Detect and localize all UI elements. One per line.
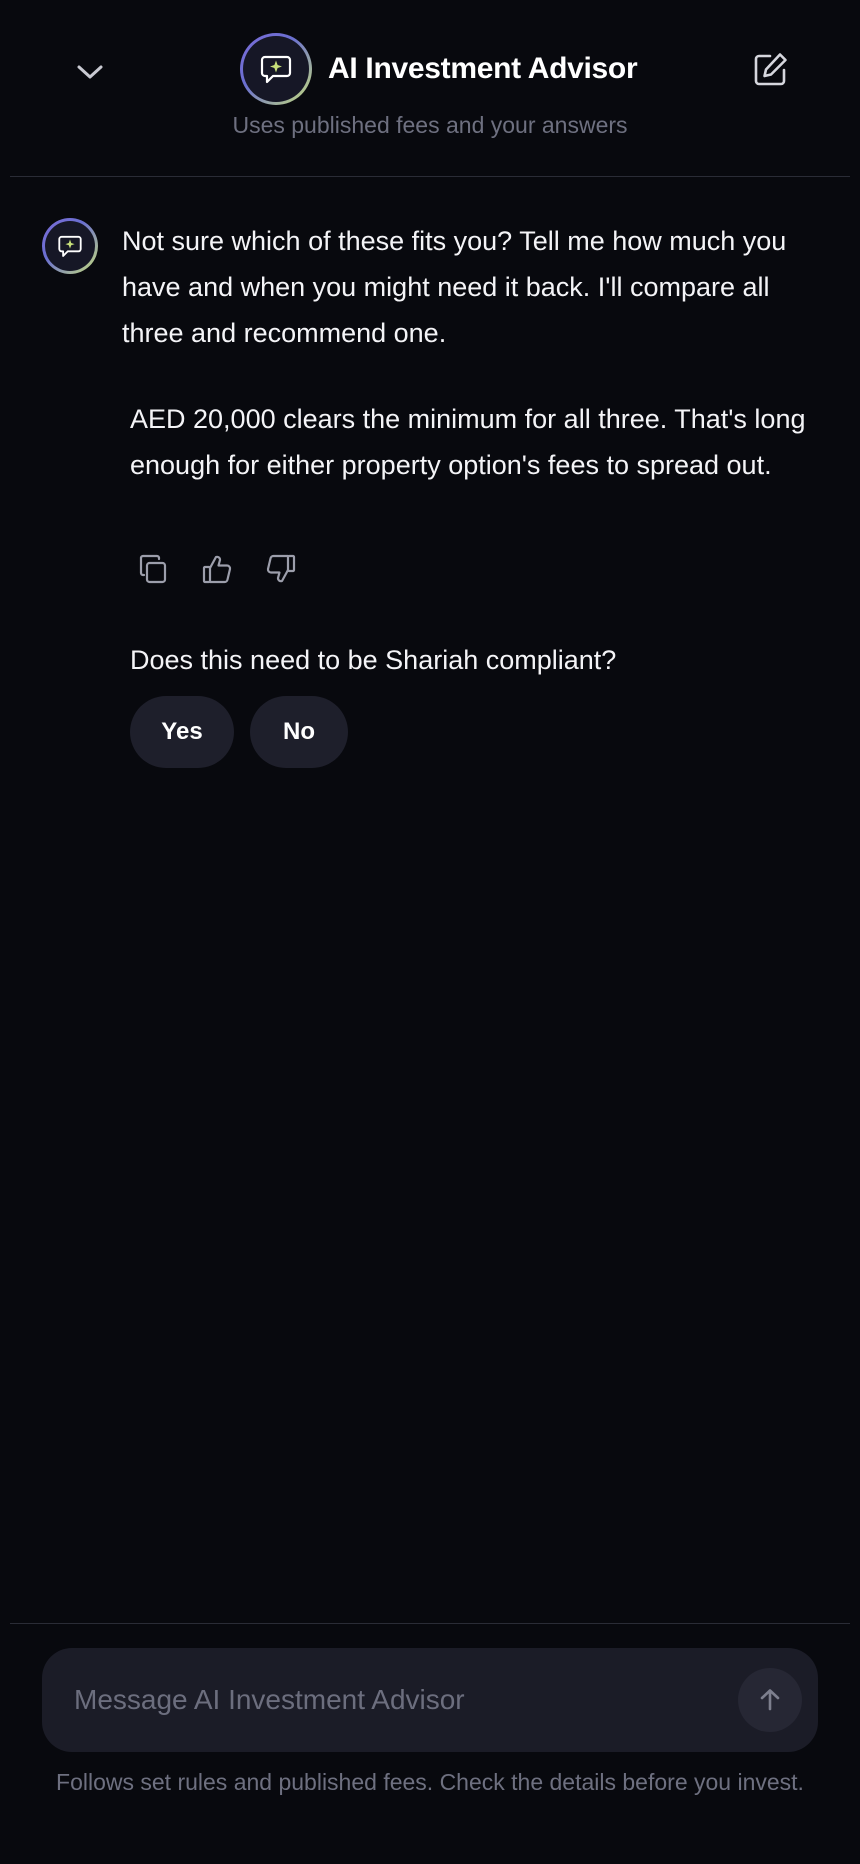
no-button[interactable]: No — [250, 696, 348, 768]
advisor-brand: AI Investment Advisor — [240, 32, 638, 106]
quick-replies: Yes No — [130, 696, 348, 768]
chat-sparkle-icon — [58, 235, 82, 257]
advisor-avatar — [240, 33, 312, 105]
edit-icon — [754, 53, 787, 86]
chat-screen: AI Investment Advisor Uses published fee… — [0, 0, 860, 1864]
chat-header: AI Investment Advisor Uses published fee… — [0, 0, 860, 177]
thumbs-down-icon — [266, 554, 296, 583]
bot-message-reply: AED 20,000 clears the minimum for all th… — [130, 404, 806, 480]
composer-divider — [10, 1623, 850, 1624]
copy-icon — [139, 554, 167, 584]
page-subtitle: Uses published fees and your answers — [232, 112, 628, 138]
yes-button[interactable]: Yes — [130, 696, 234, 768]
bot-message-intro: Not sure which of these fits you? Tell m… — [122, 226, 787, 348]
thumbs-down-button[interactable] — [264, 552, 298, 586]
message-composer — [42, 1648, 818, 1752]
message-input[interactable] — [42, 1648, 738, 1752]
collapse-button[interactable] — [70, 54, 110, 90]
page-title: AI Investment Advisor — [328, 52, 638, 85]
arrow-up-icon — [760, 1689, 780, 1711]
bot-avatar — [42, 218, 98, 274]
bot-question: Does this need to be Shariah compliant? — [130, 645, 617, 675]
thumbs-up-icon — [202, 555, 232, 584]
thumbs-up-button[interactable] — [200, 552, 234, 586]
chevron-down-icon — [77, 65, 103, 79]
header-divider — [10, 176, 850, 177]
copy-button[interactable] — [136, 552, 170, 586]
disclaimer: Follows set rules and published fees. Ch… — [56, 1769, 804, 1795]
send-button[interactable] — [738, 1668, 802, 1732]
new-chat-button[interactable] — [748, 48, 792, 92]
chat-sparkle-icon — [260, 55, 292, 84]
message-actions — [136, 552, 298, 586]
